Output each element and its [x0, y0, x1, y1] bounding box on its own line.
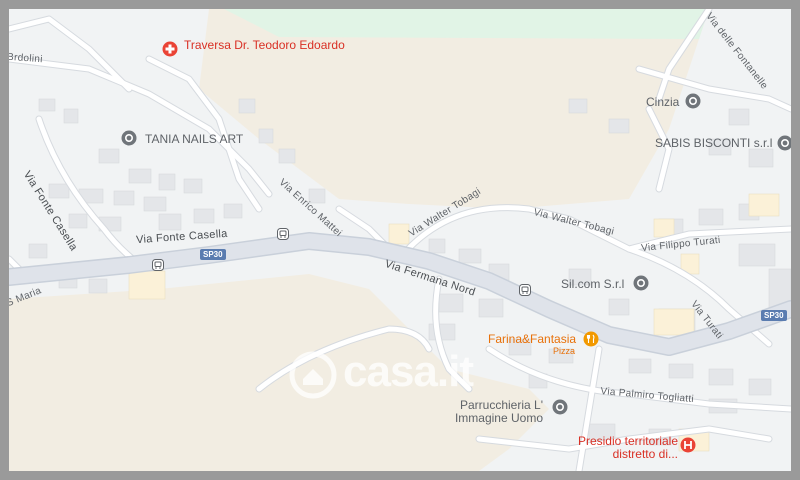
hospital-icon[interactable]	[680, 437, 696, 453]
shop-icon[interactable]	[552, 399, 568, 415]
poi-label-parrucchieria-text: Parrucchieria L' Immagine Uomo	[454, 398, 543, 425]
poi-label-farina-fantasia[interactable]: Farina&Fantasia	[488, 332, 576, 346]
poi-label-sabis-bisconti[interactable]: SABIS BISCONTI s.r.l	[655, 136, 772, 150]
poi-label-parrucchieria[interactable]: Parrucchieria L' Immagine Uomo	[451, 399, 543, 425]
street-label-brdolini: Brdolini	[9, 51, 44, 66]
watermark-logo	[289, 351, 337, 399]
park-area	[224, 9, 709, 39]
route-shield-sp30: SP30	[761, 310, 787, 321]
bus-stop-icon[interactable]	[519, 284, 531, 296]
shop-icon[interactable]	[121, 130, 137, 146]
bus-stop-icon[interactable]	[277, 228, 289, 240]
shop-icon[interactable]	[685, 93, 701, 109]
poi-label-traversa[interactable]: Traversa Dr. Teodoro Edoardo	[184, 39, 345, 52]
poi-label-cinzia[interactable]: Cinzia	[646, 95, 679, 109]
hospital-icon[interactable]	[162, 41, 178, 57]
bus-stop-icon[interactable]	[152, 259, 164, 271]
poi-sublabel-pizza: Pizza	[553, 346, 576, 356]
poi-label-presidio[interactable]: Presidio territoriale distretto di...	[568, 435, 678, 461]
poi-label-silcom[interactable]: Sil.com S.r.l	[561, 277, 624, 291]
restaurant-icon[interactable]	[583, 331, 599, 347]
watermark-text: casa.it	[343, 347, 474, 396]
shop-icon[interactable]	[633, 275, 649, 291]
poi-label-presidio-text: Presidio territoriale distretto di...	[577, 434, 678, 461]
poi-label-tania-nails-art[interactable]: TANIA NAILS ART	[145, 132, 243, 146]
map-canvas[interactable]: Traversa Dr. Teodoro Edoardo TANIA NAILS…	[9, 9, 791, 471]
shop-icon[interactable]	[777, 135, 791, 151]
route-shield-sp30: SP30	[200, 249, 226, 260]
